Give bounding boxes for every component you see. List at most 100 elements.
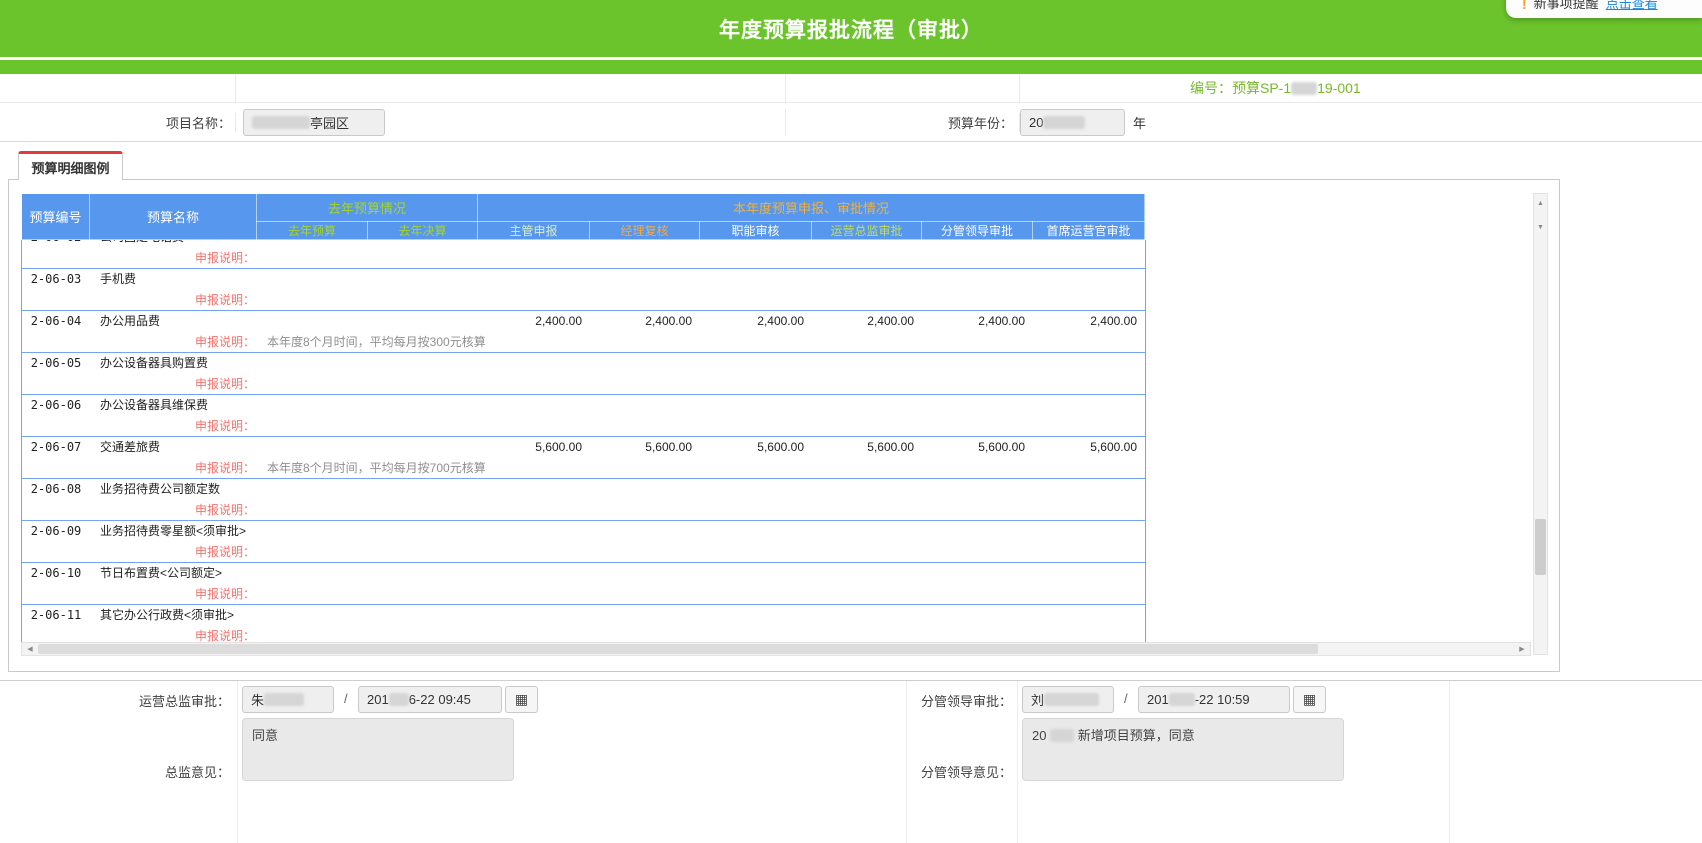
budget-value [700,268,812,289]
budget-value [1033,520,1145,541]
note-label: 申报说明： [22,583,257,604]
calendar-button[interactable]: ▦ [505,686,538,713]
budget-value [590,268,700,289]
budget-year-field[interactable]: 20 [1020,109,1125,136]
budget-value [812,240,922,247]
notification-view-link[interactable]: 点击查看 [1606,0,1658,12]
director-opinion-textarea[interactable]: 同意 [242,718,514,781]
budget-value [1033,394,1145,415]
budget-value [922,478,1033,499]
budget-value [812,478,922,499]
budget-value [700,352,812,373]
budget-value [812,604,922,625]
director-opinion-label: 总监意见： [0,762,230,781]
budget-value [590,604,700,625]
budget-value [700,394,812,415]
divider [1017,681,1018,843]
horizontal-scrollbar[interactable]: ◀ ▶ [21,642,1531,656]
leader-opinion-textarea[interactable]: 20 新增项目预算，同意 [1022,718,1344,781]
table-note-row: 申报说明： [22,247,1145,268]
scroll-up-arrow-icon[interactable]: ▲ [1534,196,1547,211]
note-text [257,415,1145,436]
budget-value [922,562,1033,583]
budget-value [590,240,700,247]
serial-label: 编号： [1190,78,1232,98]
year-prefix: 20 [1029,115,1043,130]
ops-director-name-field[interactable]: 朱 [242,686,334,713]
horizontal-scroll-thumb[interactable] [38,644,1318,654]
ops-director-date-field[interactable]: 201 6-22 09:45 [358,686,502,713]
separator-slash: / [344,691,348,706]
alert-icon: ! [1522,0,1527,12]
leader-name-field[interactable]: 刘 [1022,686,1114,713]
column-header: 运营总监审批 [812,222,922,240]
budget-value [257,268,368,289]
column-header: 主管申报 [478,222,590,240]
tab-budget-detail-legend[interactable]: 预算明细图例 [18,151,123,180]
budget-name: 节日布置费<公司额定> [90,562,257,583]
form-cell-empty [236,74,786,102]
table-row: 2-06-05办公设备器具购置费 [22,352,1145,373]
budget-value [257,436,368,457]
column-header-name: 预算名称 [90,194,257,240]
budget-value [922,240,1033,247]
note-label: 申报说明： [22,499,257,520]
budget-value: 5,600.00 [478,436,590,457]
budget-value [700,478,812,499]
scroll-left-arrow-icon[interactable]: ◀ [23,643,37,655]
divider [1449,681,1450,843]
note-label: 申报说明： [22,457,257,478]
notification-text: 新事项提醒 [1534,0,1599,12]
table-note-row: 申报说明： [22,289,1145,310]
calendar-icon: ▦ [1303,691,1316,708]
leader-date-field[interactable]: 201 -22 10:59 [1138,686,1290,713]
note-text [257,625,1145,642]
budget-value [478,604,590,625]
table-note-row: 申报说明： [22,625,1145,642]
column-header: 去年决算 [368,222,478,240]
serial-prefix: 预算SP-1 [1232,78,1291,98]
budget-name: 其它办公行政费<须审批> [90,604,257,625]
table-note-row: 申报说明： [22,373,1145,394]
budget-code: 2-06-04 [22,310,90,331]
redacted-date [389,693,409,706]
approval-section: 运营总监审批： 朱 / 201 6-22 09:45 ▦ 分管领导审批： 刘 /… [0,680,1702,843]
budget-value [812,394,922,415]
budget-value [1033,604,1145,625]
redacted-date [1169,693,1195,706]
budget-value [257,520,368,541]
budget-value: 5,600.00 [1033,436,1145,457]
scroll-right-arrow-icon[interactable]: ▶ [1515,643,1529,655]
form-cell-empty [786,74,1020,102]
redacted-name [264,693,304,706]
note-text [257,289,1145,310]
budget-value: 2,400.00 [478,310,590,331]
budget-detail-panel: 预算编号 预算名称 去年预算情况 本年度预算申报、审批情况 去年预算去年决算主管… [8,179,1560,672]
budget-value [368,562,478,583]
budget-value [368,240,478,247]
budget-name: 公司固定电话费 [90,240,257,247]
year-unit: 年 [1133,113,1146,132]
budget-value [1033,478,1145,499]
project-name-field[interactable]: 亭园区 [243,109,385,136]
vertical-scrollbar[interactable]: ▲ ▼ [1533,193,1548,655]
form-cell-empty [0,74,236,102]
budget-year-label: 预算年份： [948,113,1013,132]
budget-value [922,394,1033,415]
budget-name: 业务招待费公司额定数 [90,478,257,499]
budget-value [1033,268,1145,289]
table-row: 2-06-09业务招待费零星额<须审批> [22,520,1145,541]
header-substrip [0,60,1702,74]
note-label: 申报说明： [22,541,257,562]
budget-value [922,268,1033,289]
budget-value [812,268,922,289]
budget-value [590,520,700,541]
budget-value [590,562,700,583]
note-text [257,541,1145,562]
vertical-scroll-thumb[interactable] [1535,519,1546,575]
table-row: 2-06-06办公设备器具维保费 [22,394,1145,415]
calendar-button[interactable]: ▦ [1293,686,1326,713]
budget-value: 5,600.00 [812,436,922,457]
scroll-down-arrow-icon[interactable]: ▼ [1534,220,1547,235]
tab-bar: 预算明细图例 [0,151,1702,180]
